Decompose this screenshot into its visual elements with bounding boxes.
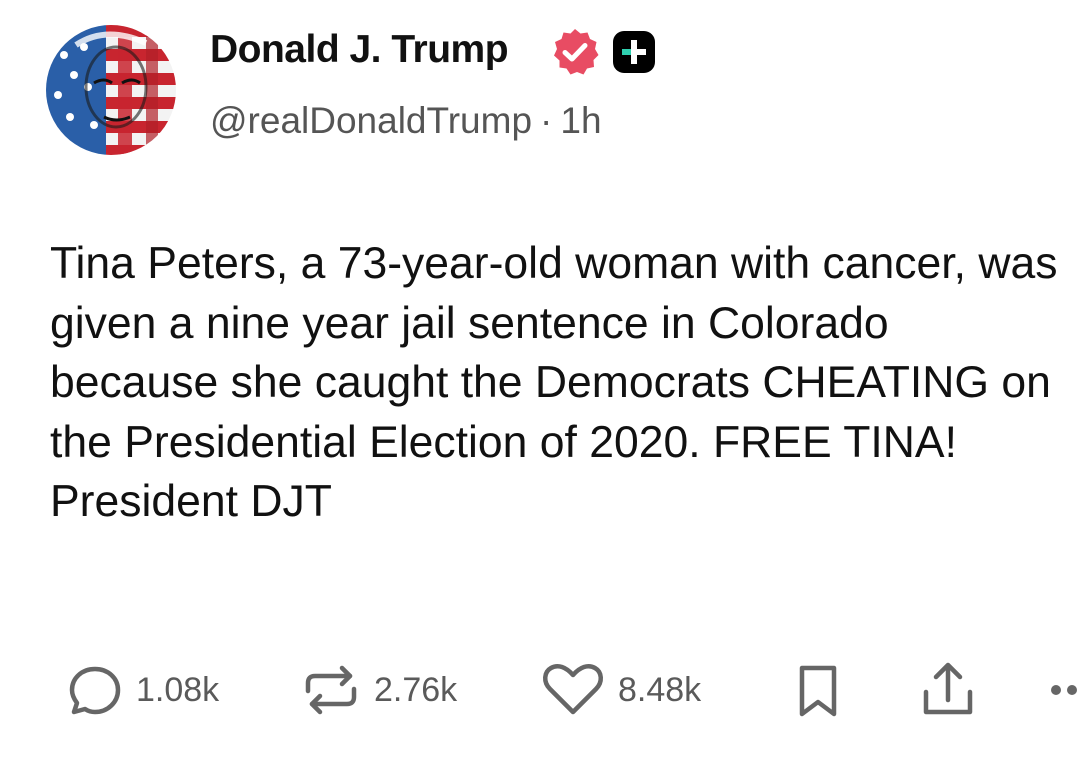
share-icon [923,662,973,715]
share-button[interactable] [918,655,978,725]
bookmark-icon [799,665,837,717]
comment-icon [69,666,121,715]
avatar-image [46,25,176,155]
reply-count: 1.08k [136,670,220,709]
plus-subscriber-icon [613,31,655,73]
post-timestamp[interactable]: 1h [560,100,601,141]
post-meta: @realDonaldTrump · 1h [210,100,602,142]
repost-button[interactable]: 2.76k [300,655,457,725]
post-text: Tina Peters, a 73-year-old woman with ca… [50,239,1058,526]
repost-icon [305,665,357,715]
heart-icon [543,664,603,715]
verified-badge-icon [554,29,599,75]
reply-button[interactable]: 1.08k [66,655,219,725]
like-button[interactable]: 8.48k [540,655,701,725]
display-name[interactable]: Donald J. Trump [210,28,509,72]
like-count: 8.48k [618,670,702,709]
bookmark-button[interactable] [790,655,846,725]
action-bar: 1.08k 2.76k 8.48k [0,655,1080,725]
more-icon [1051,685,1077,695]
user-handle[interactable]: @realDonaldTrump [210,100,532,141]
more-options-button[interactable] [1050,655,1080,725]
repost-count: 2.76k [374,670,458,709]
avatar[interactable] [46,25,176,155]
meta-separator: · [540,100,553,141]
